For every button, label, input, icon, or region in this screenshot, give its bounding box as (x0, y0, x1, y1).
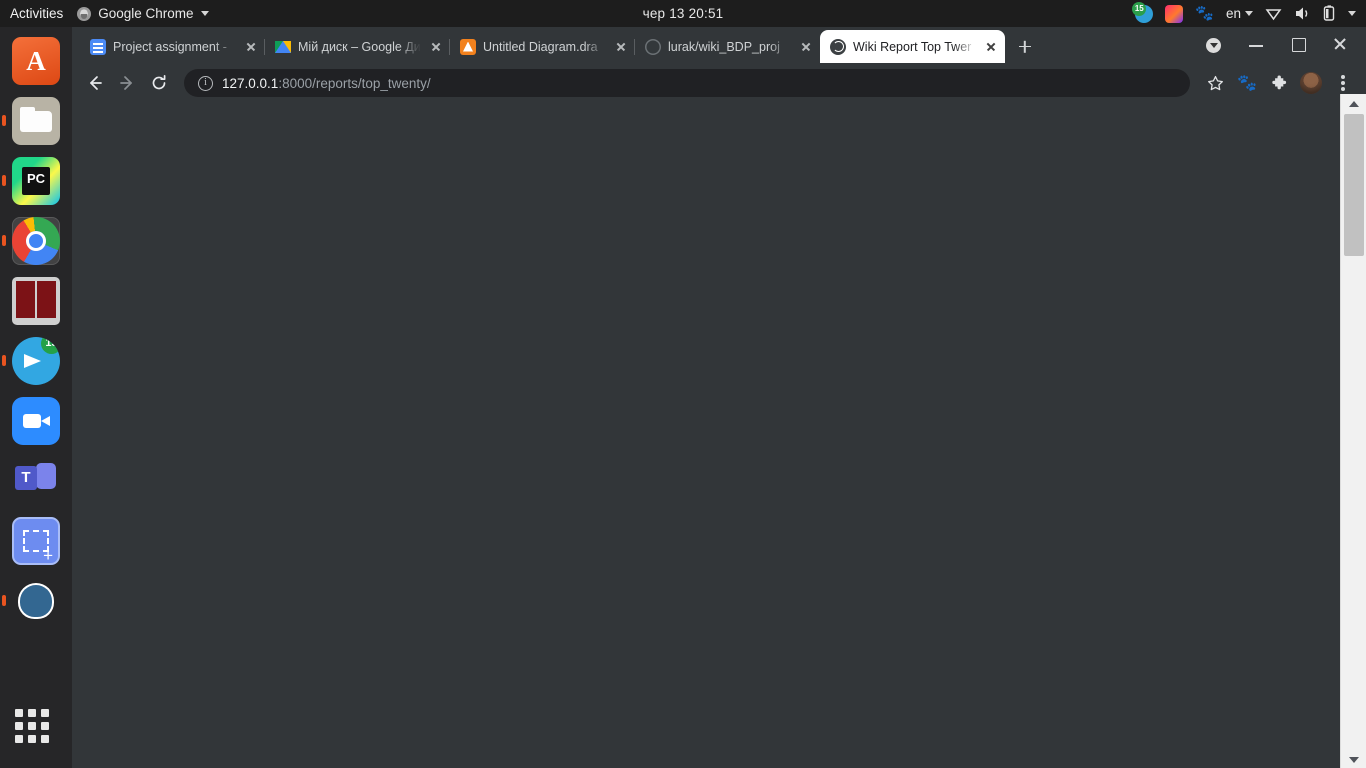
chevron-down-icon (1245, 11, 1253, 16)
grid-apps-icon (12, 706, 52, 746)
screenshot-icon (12, 517, 60, 565)
dock-item-pycharm[interactable] (2, 157, 60, 205)
telegram-icon: 15 (12, 337, 60, 385)
close-icon[interactable] (983, 39, 999, 55)
browser-tab-2[interactable]: Untitled Diagram.dra (449, 30, 635, 63)
close-icon[interactable] (243, 39, 259, 55)
restore-down-button[interactable] (1194, 29, 1234, 59)
bookmark-star-icon[interactable] (1200, 68, 1230, 98)
close-window-button[interactable] (1320, 29, 1360, 59)
keyboard-layout-indicator[interactable]: en (1226, 6, 1253, 21)
app-menu-label: Google Chrome (98, 6, 194, 21)
zoom-icon (12, 397, 60, 445)
tab-strip: Project assignment - Мій диск – Google Д… (72, 27, 1366, 63)
globe-icon (830, 38, 846, 55)
dock-item-screenshot[interactable] (12, 517, 60, 565)
tab-title: Untitled Diagram.dra (483, 39, 598, 54)
battery-icon[interactable] (1323, 5, 1336, 22)
new-tab-button[interactable] (1011, 32, 1039, 60)
tab-title: Project assignment - (113, 39, 227, 54)
address-bar[interactable]: 127.0.0.1:8000/reports/top_twenty/ (184, 69, 1190, 97)
dock-item-postgresql[interactable] (2, 577, 60, 625)
tab-title: Wiki Report Top Twer (853, 39, 972, 54)
browser-tab-3[interactable]: lurak/wiki_BDP_proj (634, 30, 820, 63)
chrome-icon (12, 217, 60, 265)
docs-icon (90, 38, 106, 55)
volume-icon[interactable] (1294, 5, 1311, 22)
window-controls (1194, 29, 1366, 63)
drawio-icon (460, 38, 476, 55)
gnome-foot-icon[interactable]: 🐾 (1195, 5, 1214, 23)
browser-tab-1[interactable]: Мій диск – Google Ди (264, 30, 450, 63)
page-scrollbar[interactable] (1340, 94, 1366, 768)
scrollbar-thumb[interactable] (1344, 114, 1364, 256)
url-host: 127.0.0.1 (222, 75, 279, 91)
postgresql-icon (12, 577, 60, 625)
keyboard-layout-label: en (1225, 6, 1241, 21)
dock-item-terminal[interactable] (12, 277, 60, 325)
url-path: :8000/reports/top_twenty/ (278, 75, 431, 91)
dock-item-zoom[interactable] (12, 397, 60, 445)
reload-button[interactable] (144, 68, 174, 98)
wifi-icon[interactable] (1265, 5, 1282, 22)
maximize-button[interactable] (1278, 29, 1318, 59)
pycharm-icon (12, 157, 60, 205)
gnome-extension-icon[interactable]: 🐾 (1232, 68, 1262, 98)
dock-item-telegram[interactable]: 15 (2, 337, 60, 385)
chrome-icon (77, 6, 92, 21)
github-icon (645, 38, 661, 55)
close-icon[interactable] (613, 39, 629, 55)
back-button[interactable] (80, 68, 110, 98)
extensions-puzzle-icon[interactable] (1264, 68, 1294, 98)
site-info-icon[interactable] (198, 75, 213, 91)
ubuntu-software-icon (12, 37, 60, 85)
files-icon (12, 97, 60, 145)
telegram-badge-count: 15 (1132, 1, 1147, 16)
tab-title: Мій диск – Google Ди (298, 39, 421, 54)
url-text: 127.0.0.1:8000/reports/top_twenty/ (222, 76, 431, 91)
minimize-button[interactable] (1236, 29, 1276, 59)
terminal-icon (12, 277, 60, 325)
google-drive-icon (275, 39, 291, 55)
scroll-down-arrow-icon[interactable] (1341, 750, 1366, 768)
close-icon[interactable] (428, 39, 444, 55)
activities-button[interactable]: Activities (0, 6, 77, 21)
app-tray-icon[interactable] (1165, 4, 1184, 23)
chevron-down-icon (200, 11, 209, 16)
browser-window: Project assignment - Мій диск – Google Д… (72, 27, 1366, 768)
telegram-tray-icon[interactable]: 15 (1132, 1, 1154, 23)
kebab-menu-icon (1341, 81, 1345, 85)
forward-button[interactable] (112, 68, 142, 98)
profile-avatar[interactable] (1296, 68, 1326, 98)
scroll-up-arrow-icon[interactable] (1341, 94, 1366, 112)
show-applications-button[interactable] (12, 706, 60, 754)
browser-tab-4[interactable]: Wiki Report Top Twer (820, 30, 1005, 63)
tab-title: lurak/wiki_BDP_proj (668, 39, 780, 54)
browser-toolbar: 127.0.0.1:8000/reports/top_twenty/ 🐾 (72, 63, 1366, 103)
close-icon[interactable] (798, 39, 814, 55)
dock: 15 (0, 27, 72, 768)
os-top-bar: Activities Google Chrome чер 13 20:51 15… (0, 0, 1366, 27)
system-menu-chevron-icon[interactable] (1348, 11, 1356, 16)
teams-icon (12, 457, 60, 505)
dock-item-ubuntu-software[interactable] (12, 37, 60, 85)
browser-tab-0[interactable]: Project assignment - (80, 30, 265, 63)
dock-item-microsoft-teams[interactable] (12, 457, 60, 505)
telegram-unread-badge: 15 (41, 337, 60, 354)
dock-item-files[interactable] (2, 97, 60, 145)
app-menu[interactable]: Google Chrome (77, 6, 209, 21)
system-tray: 15 🐾 en (1132, 1, 1366, 23)
dock-item-google-chrome[interactable] (2, 217, 60, 265)
avatar (1300, 72, 1322, 94)
